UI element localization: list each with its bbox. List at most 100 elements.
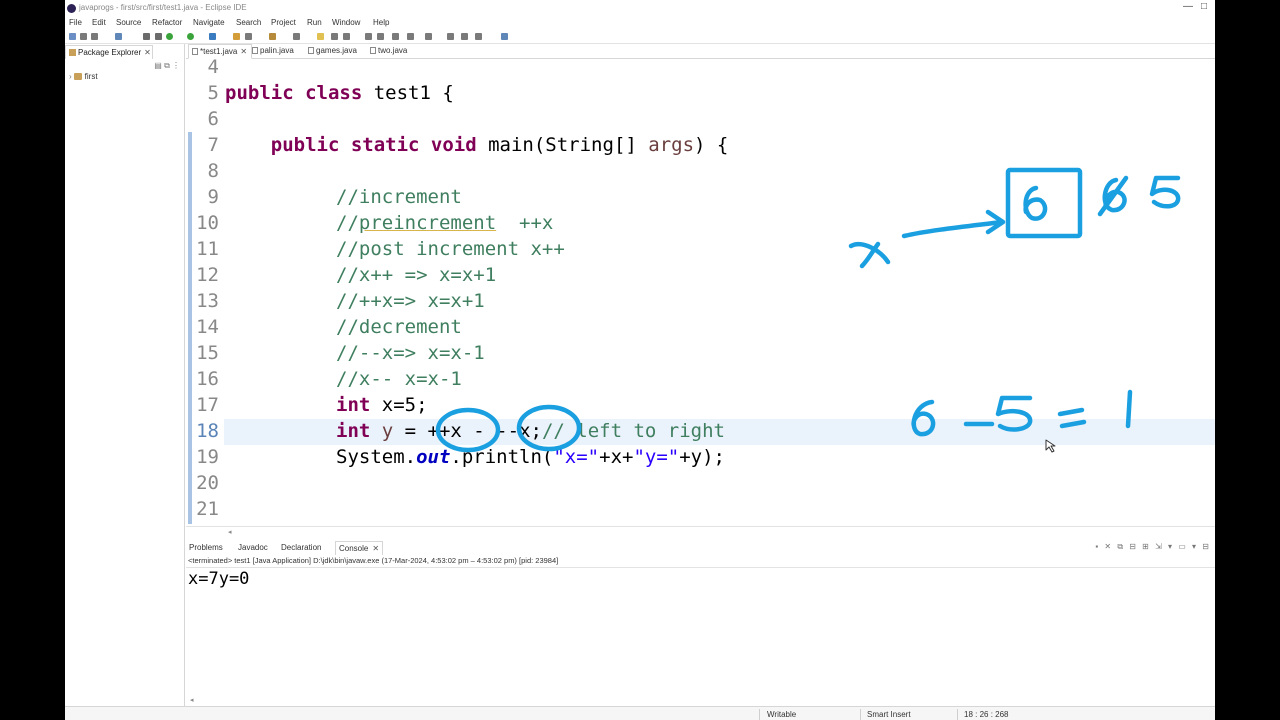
console-output[interactable]: x=7y=0	[188, 569, 249, 589]
menu-help[interactable]: Help	[373, 18, 389, 27]
history-icon[interactable]	[461, 33, 468, 40]
line-number: 4	[207, 59, 219, 78]
console-process-status: <terminated> test1 [Java Application] D:…	[186, 556, 1215, 568]
close-icon[interactable]: ✕	[240, 47, 247, 56]
keyword: public class	[225, 82, 363, 104]
tab-label: Javadoc	[238, 543, 268, 552]
separator	[860, 709, 861, 720]
menu-search[interactable]: Search	[236, 18, 261, 27]
collapse-icon[interactable]	[407, 33, 414, 40]
tab-two-java[interactable]: two.java	[370, 46, 407, 55]
tab-label: *test1.java	[200, 47, 238, 56]
comment: //	[336, 212, 359, 234]
open-type-icon[interactable]	[233, 33, 240, 40]
back-icon[interactable]	[365, 33, 372, 40]
tab-declaration[interactable]: Declaration	[281, 543, 321, 552]
comment: // left to right	[541, 420, 725, 442]
write-mode: Writable	[767, 710, 797, 719]
save-icon[interactable]	[80, 33, 87, 40]
tab-label: two.java	[378, 46, 408, 55]
scroll-left-icon[interactable]: ◂	[228, 528, 232, 536]
code-line-13[interactable]: //++x=> x=x+1	[336, 290, 485, 312]
code-editor[interactable]: 4 5 6 7 8 9 10 11 12 13 14 15 16 17 18 1…	[186, 59, 1215, 526]
menu-refactor[interactable]: Refactor	[152, 18, 182, 27]
menu-navigate[interactable]: Navigate	[193, 18, 225, 27]
forward-icon[interactable]	[377, 33, 384, 40]
search-icon[interactable]	[245, 33, 252, 40]
tab-javadoc[interactable]: Javadoc	[238, 543, 268, 552]
code-line-14[interactable]: //decrement	[336, 316, 462, 338]
tab-label: games.java	[316, 46, 357, 55]
open-folder-icon[interactable]	[269, 33, 276, 40]
keyword: int	[336, 394, 371, 416]
code-line-10[interactable]: //preincrement ++x	[336, 212, 553, 234]
code-line-12[interactable]: //x++ => x=x+1	[336, 264, 496, 286]
status-bar: Writable Smart Insert 18 : 26 : 268	[65, 706, 1215, 720]
tab-console[interactable]: Console ✕	[335, 541, 384, 555]
dropdown-icon[interactable]	[425, 33, 432, 40]
comment-misspelled: preincrement	[358, 212, 497, 234]
save-all-icon[interactable]	[91, 33, 98, 40]
tab-test1-java[interactable]: *test1.java ✕	[188, 44, 253, 59]
pin-icon[interactable]	[392, 33, 399, 40]
annotation-icon[interactable]	[317, 33, 324, 40]
last-edit-icon[interactable]	[447, 33, 454, 40]
menu-project[interactable]: Project	[271, 18, 296, 27]
console-toolbar-icons[interactable]: ▪ ✕ ⧉ ⊟ ⊞ ⇲ ▾ ▭ ▾ ⊟	[1095, 542, 1211, 552]
line-number: 8	[207, 160, 219, 182]
perspective-icon[interactable]	[501, 33, 508, 40]
variable: y	[381, 420, 394, 442]
code-line-18[interactable]: int y = ++x - --x;// left to right	[336, 420, 725, 442]
line-number: 17	[196, 394, 219, 416]
minimize-button[interactable]: —	[1183, 1, 1193, 12]
maximize-button[interactable]: □	[1201, 1, 1207, 12]
editor-horizontal-scrollbar[interactable]: ◂	[186, 526, 1215, 538]
prev-annotation-icon[interactable]	[343, 33, 350, 40]
line-number: 9	[207, 186, 219, 208]
skip-breakpoints-icon[interactable]	[143, 33, 150, 40]
chevron-right-icon[interactable]: ›	[69, 72, 72, 81]
code-line-11[interactable]: //post increment x++	[336, 238, 565, 260]
code-line-5[interactable]: public class test1 {	[225, 82, 454, 104]
menu-edit[interactable]: Edit	[92, 18, 106, 27]
run-icon[interactable]	[166, 33, 173, 40]
code-line-19[interactable]: System.out.println("x="+x+"y="+y);	[336, 446, 725, 468]
toolbar-more-icon[interactable]	[475, 33, 482, 40]
terminal-icon[interactable]	[115, 33, 122, 40]
code-line-16[interactable]: //x-- x=x-1	[336, 368, 462, 390]
cursor-position: 18 : 26 : 268	[964, 710, 1009, 719]
console-horizontal-scrollbar[interactable]: ◂	[186, 696, 1215, 706]
mark-occurrences-icon[interactable]	[293, 33, 300, 40]
next-annotation-icon[interactable]	[331, 33, 338, 40]
package-explorer-tab[interactable]: Package Explorer ✕	[65, 45, 153, 59]
tab-problems[interactable]: Problems	[189, 543, 223, 552]
debug-icon[interactable]	[187, 33, 194, 40]
view-menu-icon[interactable]: ▤ ⧉ ⋮	[154, 61, 180, 71]
code-line-9[interactable]: //increment	[336, 186, 462, 208]
code-line-17[interactable]: int x=5;	[336, 394, 428, 416]
menu-source[interactable]: Source	[116, 18, 141, 27]
java-file-icon	[192, 48, 198, 55]
comment: ++x	[496, 212, 554, 234]
tree-item-project[interactable]: › first	[69, 72, 98, 81]
toggle-icon[interactable]	[155, 33, 162, 40]
project-folder-icon	[73, 73, 82, 80]
tab-palin-java[interactable]: palin.java	[252, 46, 294, 55]
menu-file[interactable]: File	[69, 18, 82, 27]
new-java-project-icon[interactable]	[209, 33, 216, 40]
menu-run[interactable]: Run	[307, 18, 322, 27]
code-line-15[interactable]: //--x=> x=x-1	[336, 342, 485, 364]
new-icon[interactable]	[69, 33, 76, 40]
tab-games-java[interactable]: games.java	[308, 46, 357, 55]
scroll-left-icon[interactable]: ◂	[190, 697, 194, 704]
title-bar: javaprogs - first/src/first/test1.java -…	[65, 0, 1215, 16]
code-line-7[interactable]: public static void main(String[] args) {	[225, 134, 729, 156]
code-text: main(String[]	[476, 134, 649, 156]
close-icon[interactable]: ✕	[144, 48, 151, 57]
separator	[759, 709, 760, 720]
keyword: int	[336, 420, 371, 442]
close-icon[interactable]: ✕	[372, 544, 379, 553]
tab-label: Console	[339, 544, 369, 553]
menu-window[interactable]: Window	[332, 18, 360, 27]
